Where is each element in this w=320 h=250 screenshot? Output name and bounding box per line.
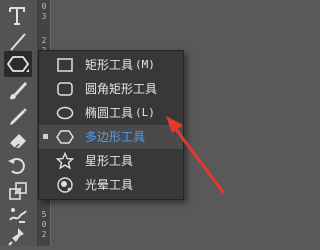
annotation-arrow: [166, 116, 225, 194]
